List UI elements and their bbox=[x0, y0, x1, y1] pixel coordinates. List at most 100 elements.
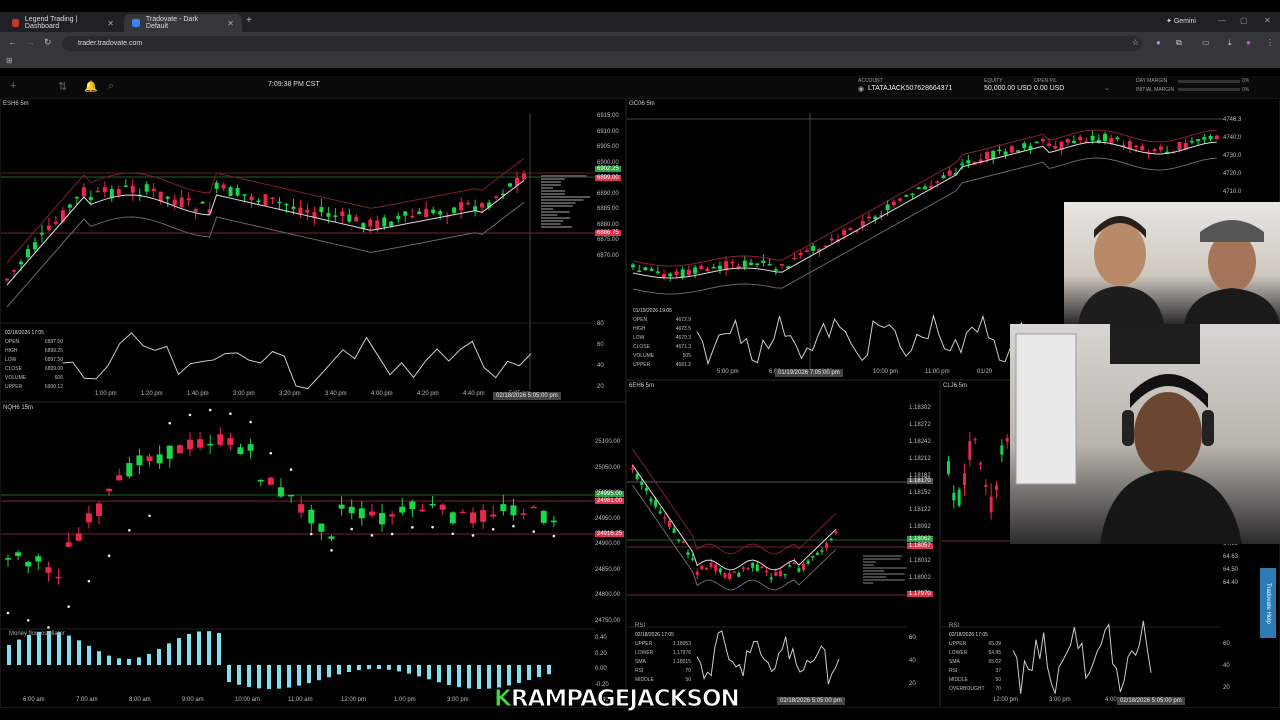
time-tick: 3:40 pm bbox=[325, 391, 347, 397]
account-selector[interactable]: LTATAJACK507628664371 bbox=[868, 85, 952, 92]
oscillator-line bbox=[1012, 620, 1152, 694]
candle-body bbox=[1196, 139, 1201, 142]
candle-body bbox=[288, 494, 295, 497]
maximize-icon[interactable]: ▢ bbox=[1240, 16, 1248, 25]
ohlc-middle: MIDDLE 50 bbox=[949, 677, 1001, 683]
candle-body bbox=[438, 211, 443, 215]
extensions-puzzle-icon[interactable]: ⧉ bbox=[1176, 38, 1182, 48]
volume-profile-bar bbox=[863, 567, 907, 569]
chart-panel-6e[interactable]: 6EH6 5m 1.18302 1.18272 1.18242 1.18212 1.18… bbox=[626, 380, 940, 708]
candle-body bbox=[769, 577, 773, 580]
gemini-button[interactable]: ✦ Gemini bbox=[1166, 17, 1196, 25]
close-icon[interactable]: ✕ bbox=[107, 19, 114, 28]
candle-body bbox=[1177, 141, 1182, 150]
help-tab[interactable]: Tradovate Help bbox=[1260, 568, 1276, 638]
candle-body bbox=[65, 542, 72, 547]
upper-band bbox=[6, 157, 525, 264]
candle-body bbox=[1022, 143, 1027, 149]
candle-body bbox=[693, 267, 698, 274]
price-tick: 24900.00 bbox=[595, 541, 621, 547]
ohlc-high-value: 4673.5 bbox=[675, 326, 691, 332]
oscillator-bar bbox=[457, 665, 461, 688]
candle-body bbox=[711, 267, 716, 269]
time-tick: 1:40 pm bbox=[187, 391, 209, 397]
sort-icon[interactable]: ⇅ bbox=[58, 80, 67, 93]
bell-icon[interactable]: 🔔 bbox=[84, 80, 98, 93]
volume-profile-bar bbox=[541, 187, 554, 189]
oscillator-bar bbox=[57, 632, 61, 665]
ohlc-sma-value: 1.18015 bbox=[672, 659, 691, 665]
browser-tab-bar: Legend Trading | Dashboard ✕ Tradovate -… bbox=[0, 12, 1280, 32]
new-tab-icon[interactable]: + bbox=[246, 15, 252, 26]
close-icon[interactable]: ✕ bbox=[227, 19, 234, 28]
ohlc-rsi: RSI 37 bbox=[949, 668, 1001, 674]
candle-body bbox=[520, 513, 527, 515]
menu-kebab-icon[interactable]: ⋮ bbox=[1266, 38, 1274, 47]
oscillator-bar bbox=[137, 657, 141, 665]
url-field[interactable]: trader.tradovate.com bbox=[62, 36, 1142, 51]
window-close-icon[interactable]: ✕ bbox=[1264, 16, 1271, 25]
price-tag-bid: 24981.00 bbox=[595, 498, 625, 504]
parabolic-sar-dot bbox=[330, 549, 333, 552]
streamer-caption: KRAMPAGEJACKSON bbox=[494, 686, 741, 713]
oscillator-tick: 60 bbox=[1223, 641, 1230, 647]
time-tick: 3:00 pm bbox=[1049, 697, 1071, 703]
tab-favicon-icon bbox=[12, 19, 19, 27]
oscillator-tick: 20 bbox=[597, 384, 604, 390]
minimize-icon[interactable]: — bbox=[1218, 16, 1226, 25]
candle-body bbox=[480, 203, 485, 208]
profile-avatar[interactable]: ● bbox=[1246, 38, 1251, 47]
oscillator-bar bbox=[537, 665, 541, 678]
candle-body bbox=[237, 447, 244, 455]
chart-panel-es[interactable]: ESH6 5m 6915.006910.006905.006900.006895… bbox=[0, 98, 626, 402]
price-tick: 24950.00 bbox=[595, 515, 621, 522]
cursor-time-tag: 02/18/2026 5:05:00 pm bbox=[493, 392, 561, 400]
candle-body bbox=[228, 187, 233, 197]
candle-body bbox=[379, 513, 386, 525]
apps-grid-icon[interactable]: ⊞ bbox=[6, 56, 13, 65]
candle-body bbox=[116, 475, 123, 481]
chevron-down-icon[interactable]: ⌄ bbox=[1104, 84, 1110, 92]
extension-icon[interactable]: ● bbox=[1156, 38, 1161, 47]
download-icon[interactable]: ⤓ bbox=[1228, 38, 1232, 48]
reload-icon[interactable]: ↻ bbox=[44, 37, 52, 48]
volume-profile-bar bbox=[541, 190, 566, 192]
back-icon[interactable]: ← bbox=[8, 37, 17, 47]
es-chart-canvas[interactable] bbox=[1, 99, 626, 402]
candle-body bbox=[88, 197, 93, 200]
add-icon[interactable]: + bbox=[10, 80, 16, 92]
price-tick: 4740.0 bbox=[1223, 135, 1242, 141]
bookmark-star-icon[interactable]: ☆ bbox=[1132, 38, 1139, 47]
oscillator-bar bbox=[387, 665, 391, 670]
browser-tab[interactable]: Legend Trading | Dashboard ✕ bbox=[4, 14, 122, 32]
sidebar-icon[interactable]: ▭ bbox=[1202, 38, 1210, 47]
oscillator-bar bbox=[427, 665, 431, 680]
search-icon[interactable]: ⌕ bbox=[108, 80, 114, 93]
candle-body bbox=[227, 438, 234, 446]
candle-body bbox=[811, 556, 815, 558]
candle-body bbox=[898, 198, 903, 201]
candle-body bbox=[1127, 141, 1132, 149]
candle-body bbox=[1003, 151, 1008, 155]
parabolic-sar-dot bbox=[67, 605, 70, 608]
price-tick: 4746.3 bbox=[1223, 117, 1242, 123]
browser-tab-active[interactable]: Tradovate - Dark Default ✕ bbox=[124, 14, 242, 32]
ohlc-middle: MIDDLE 50 bbox=[635, 677, 691, 683]
candle-body bbox=[403, 211, 408, 216]
url-text: trader.tradovate.com bbox=[78, 40, 143, 47]
candle-body bbox=[718, 568, 722, 573]
time-tick: 7:00 am bbox=[76, 697, 98, 703]
candle-body bbox=[156, 454, 163, 464]
nq-chart-canvas[interactable] bbox=[1, 403, 626, 708]
candle-body bbox=[151, 188, 156, 192]
chart-panel-nq[interactable]: NQH6 15m 25100.0025050.0025000.0024950.0… bbox=[0, 402, 626, 708]
forward-icon[interactable]: → bbox=[26, 37, 35, 47]
ohlc-tooltip: 02/18/2026 17:05 UPPER 65.09 LOWER 64.95… bbox=[949, 631, 1001, 694]
candle-body bbox=[811, 246, 816, 251]
candle-body bbox=[431, 209, 436, 214]
day-margin-pct: 0% bbox=[1242, 78, 1250, 84]
price-tick: 64.63 bbox=[1223, 554, 1239, 560]
oscillator-label: RSI bbox=[635, 623, 646, 629]
account-icon: ◉ bbox=[858, 86, 865, 93]
candle-body bbox=[123, 185, 128, 187]
